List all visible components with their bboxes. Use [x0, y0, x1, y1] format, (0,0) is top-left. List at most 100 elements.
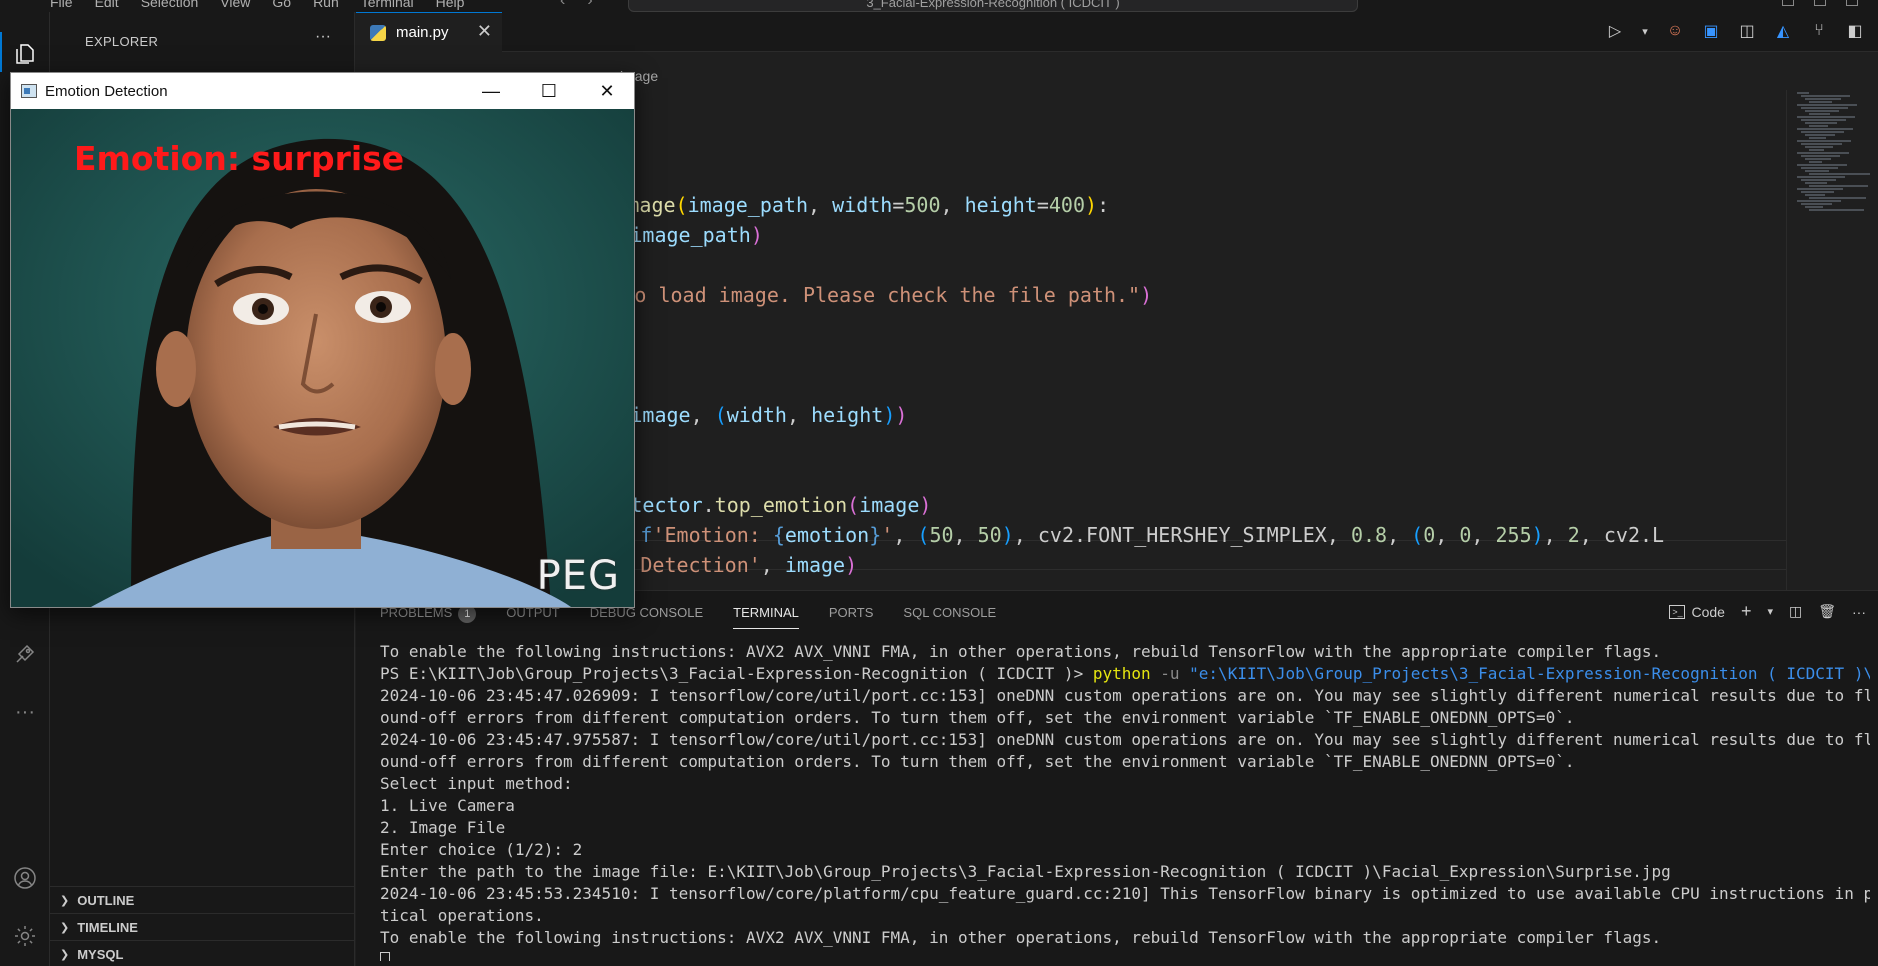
- chevron-down-icon[interactable]: ▾: [1767, 605, 1773, 618]
- minimap-line: [1805, 170, 1829, 172]
- terminal-line: 2024-10-06 23:45:47.975587: I tensorflow…: [380, 730, 1870, 749]
- close-icon[interactable]: ✕: [584, 79, 630, 103]
- minimap-line: [1797, 104, 1857, 106]
- minimap-line: [1809, 113, 1830, 115]
- menu-item-run[interactable]: Run: [313, 0, 339, 10]
- bottom-panel: PROBLEMS 1 OUTPUT DEBUG CONSOLE TERMINAL …: [356, 590, 1878, 966]
- tab-main-py[interactable]: main.py ✕: [356, 12, 502, 52]
- more-icon[interactable]: ···: [13, 700, 37, 724]
- minimap-line: [1801, 191, 1834, 193]
- emotion-detection-window[interactable]: Emotion Detection — ☐ ✕ Emotion: surpris…: [10, 72, 635, 608]
- chevron-right-icon: ❯: [60, 894, 70, 907]
- menu-item-view[interactable]: View: [220, 0, 250, 10]
- minimap-line: [1805, 182, 1827, 184]
- add-terminal-icon[interactable]: +: [1741, 601, 1752, 622]
- active-indicator: [0, 32, 2, 72]
- terminal-line: 2. Image File: [380, 818, 506, 837]
- face-photo: [11, 109, 634, 607]
- minimap-line: [1809, 161, 1822, 163]
- menu-item-terminal[interactable]: Terminal: [361, 0, 414, 10]
- tab-debug-console[interactable]: DEBUG CONSOLE: [590, 605, 703, 629]
- minimap-line: [1805, 98, 1841, 100]
- menu-item-selection[interactable]: Selection: [141, 0, 199, 10]
- tab-output[interactable]: OUTPUT: [506, 605, 559, 629]
- terminal-line: ound-off errors from different computati…: [380, 752, 1575, 771]
- layout-icon[interactable]: [1814, 0, 1826, 6]
- chevron-right-icon: ❯: [60, 948, 70, 961]
- live-preview-icon[interactable]: ▣: [1700, 18, 1722, 44]
- sidebar-title: EXPLORER: [85, 34, 159, 49]
- command-center-search[interactable]: 3_Facial-Expression-Recognition ( ICDCIT…: [628, 0, 1358, 12]
- minimap-line: [1809, 137, 1826, 139]
- trash-icon[interactable]: 🗑: [1818, 603, 1836, 620]
- minimap-line: [1805, 122, 1837, 124]
- minimap-line: [1797, 128, 1853, 130]
- tab-terminal[interactable]: TERMINAL: [733, 605, 799, 629]
- minimap-line: [1801, 155, 1840, 157]
- emotion-label: Emotion: surprise: [74, 139, 405, 178]
- terminal-prompt-line[interactable]: [380, 949, 1870, 961]
- nav-arrows[interactable]: ‹›: [560, 0, 615, 10]
- copilot-icon[interactable]: ☺: [1664, 18, 1686, 44]
- menu-bar: File Edit Selection View Go Run Terminal Help: [50, 0, 464, 10]
- bookmark-icon[interactable]: ◭: [1772, 18, 1794, 44]
- menu-item-go[interactable]: Go: [272, 0, 291, 10]
- terminal-line: Select input method:: [380, 774, 573, 793]
- remote-explorer-icon[interactable]: [13, 642, 37, 666]
- minimap-line: [1797, 152, 1849, 154]
- python-file-icon: [370, 24, 386, 41]
- minimap-line: [1797, 92, 1809, 94]
- split-terminal-icon[interactable]: ◫: [1789, 603, 1802, 620]
- minimap-line: [1809, 149, 1824, 151]
- section-timeline[interactable]: ❯ TIMELINE: [50, 913, 355, 940]
- minimize-icon[interactable]: —: [468, 79, 514, 103]
- menu-item-edit[interactable]: Edit: [95, 0, 119, 10]
- more-actions-icon[interactable]: ···: [1852, 604, 1866, 620]
- minimap-line: [1801, 167, 1838, 169]
- settings-gear-icon[interactable]: [13, 924, 37, 948]
- panel-actions: >_ Code + ▾ ◫ 🗑 ···: [1669, 601, 1866, 622]
- minimap-line: [1809, 185, 1868, 187]
- code-line: t(image, f'Emotion: {emotion}', (50, 50)…: [532, 523, 1665, 547]
- minimap-line: [1809, 197, 1866, 199]
- chevron-down-icon[interactable]: ▾: [1640, 18, 1650, 44]
- terminal-profile[interactable]: >_ Code: [1669, 604, 1725, 620]
- tab-ports[interactable]: PORTS: [829, 605, 874, 629]
- terminal-line: 2024-10-06 23:45:47.026909: I tensorflow…: [380, 686, 1870, 705]
- terminal-cursor: [380, 951, 390, 961]
- minimap-line: [1809, 125, 1828, 127]
- maximize-icon[interactable]: ☐: [526, 79, 572, 103]
- open-preview-icon[interactable]: ◫: [1736, 18, 1758, 44]
- minimap-line: [1805, 194, 1825, 196]
- terminal-line: Enter the path to the image file: E:\KII…: [380, 862, 1671, 881]
- terminal-icon: >_: [1669, 604, 1686, 619]
- minimap-line: [1801, 107, 1848, 109]
- app-icon: [21, 84, 37, 98]
- close-icon[interactable]: ✕: [477, 21, 492, 42]
- split-editor-icon[interactable]: ◧: [1844, 18, 1866, 44]
- more-actions-icon[interactable]: ···: [315, 28, 331, 46]
- explorer-icon[interactable]: [13, 42, 37, 66]
- minimap-line: [1797, 140, 1851, 142]
- minimap[interactable]: [1786, 90, 1878, 590]
- terminal-line: PS E:\KIIT\Job\Group_Projects\3_Facial-E…: [380, 664, 1870, 683]
- section-outline[interactable]: ❯ OUTLINE: [50, 886, 355, 913]
- minimap-line: [1805, 146, 1833, 148]
- minimap-line: [1805, 110, 1839, 112]
- tab-sql-console[interactable]: SQL CONSOLE: [903, 605, 996, 629]
- minimap-line: [1801, 179, 1836, 181]
- menu-item-help[interactable]: Help: [436, 0, 465, 10]
- layout-icon[interactable]: [1846, 0, 1858, 6]
- window-title: Emotion Detection: [45, 82, 168, 100]
- tab-problems[interactable]: PROBLEMS 1: [380, 605, 477, 629]
- run-icon[interactable]: ▷: [1604, 18, 1626, 44]
- window-title-bar[interactable]: Emotion Detection — ☐ ✕: [11, 73, 634, 109]
- account-icon[interactable]: [13, 866, 37, 890]
- minimap-line: [1801, 203, 1832, 205]
- menu-item-file[interactable]: File: [50, 0, 73, 10]
- source-control-icon[interactable]: ⑂: [1808, 18, 1830, 44]
- layout-icon[interactable]: [1782, 0, 1794, 6]
- terminal-output[interactable]: To enable the following instructions: AV…: [380, 641, 1870, 961]
- minimap-line: [1809, 101, 1832, 103]
- section-mysql[interactable]: ❯ MYSQL: [50, 940, 355, 966]
